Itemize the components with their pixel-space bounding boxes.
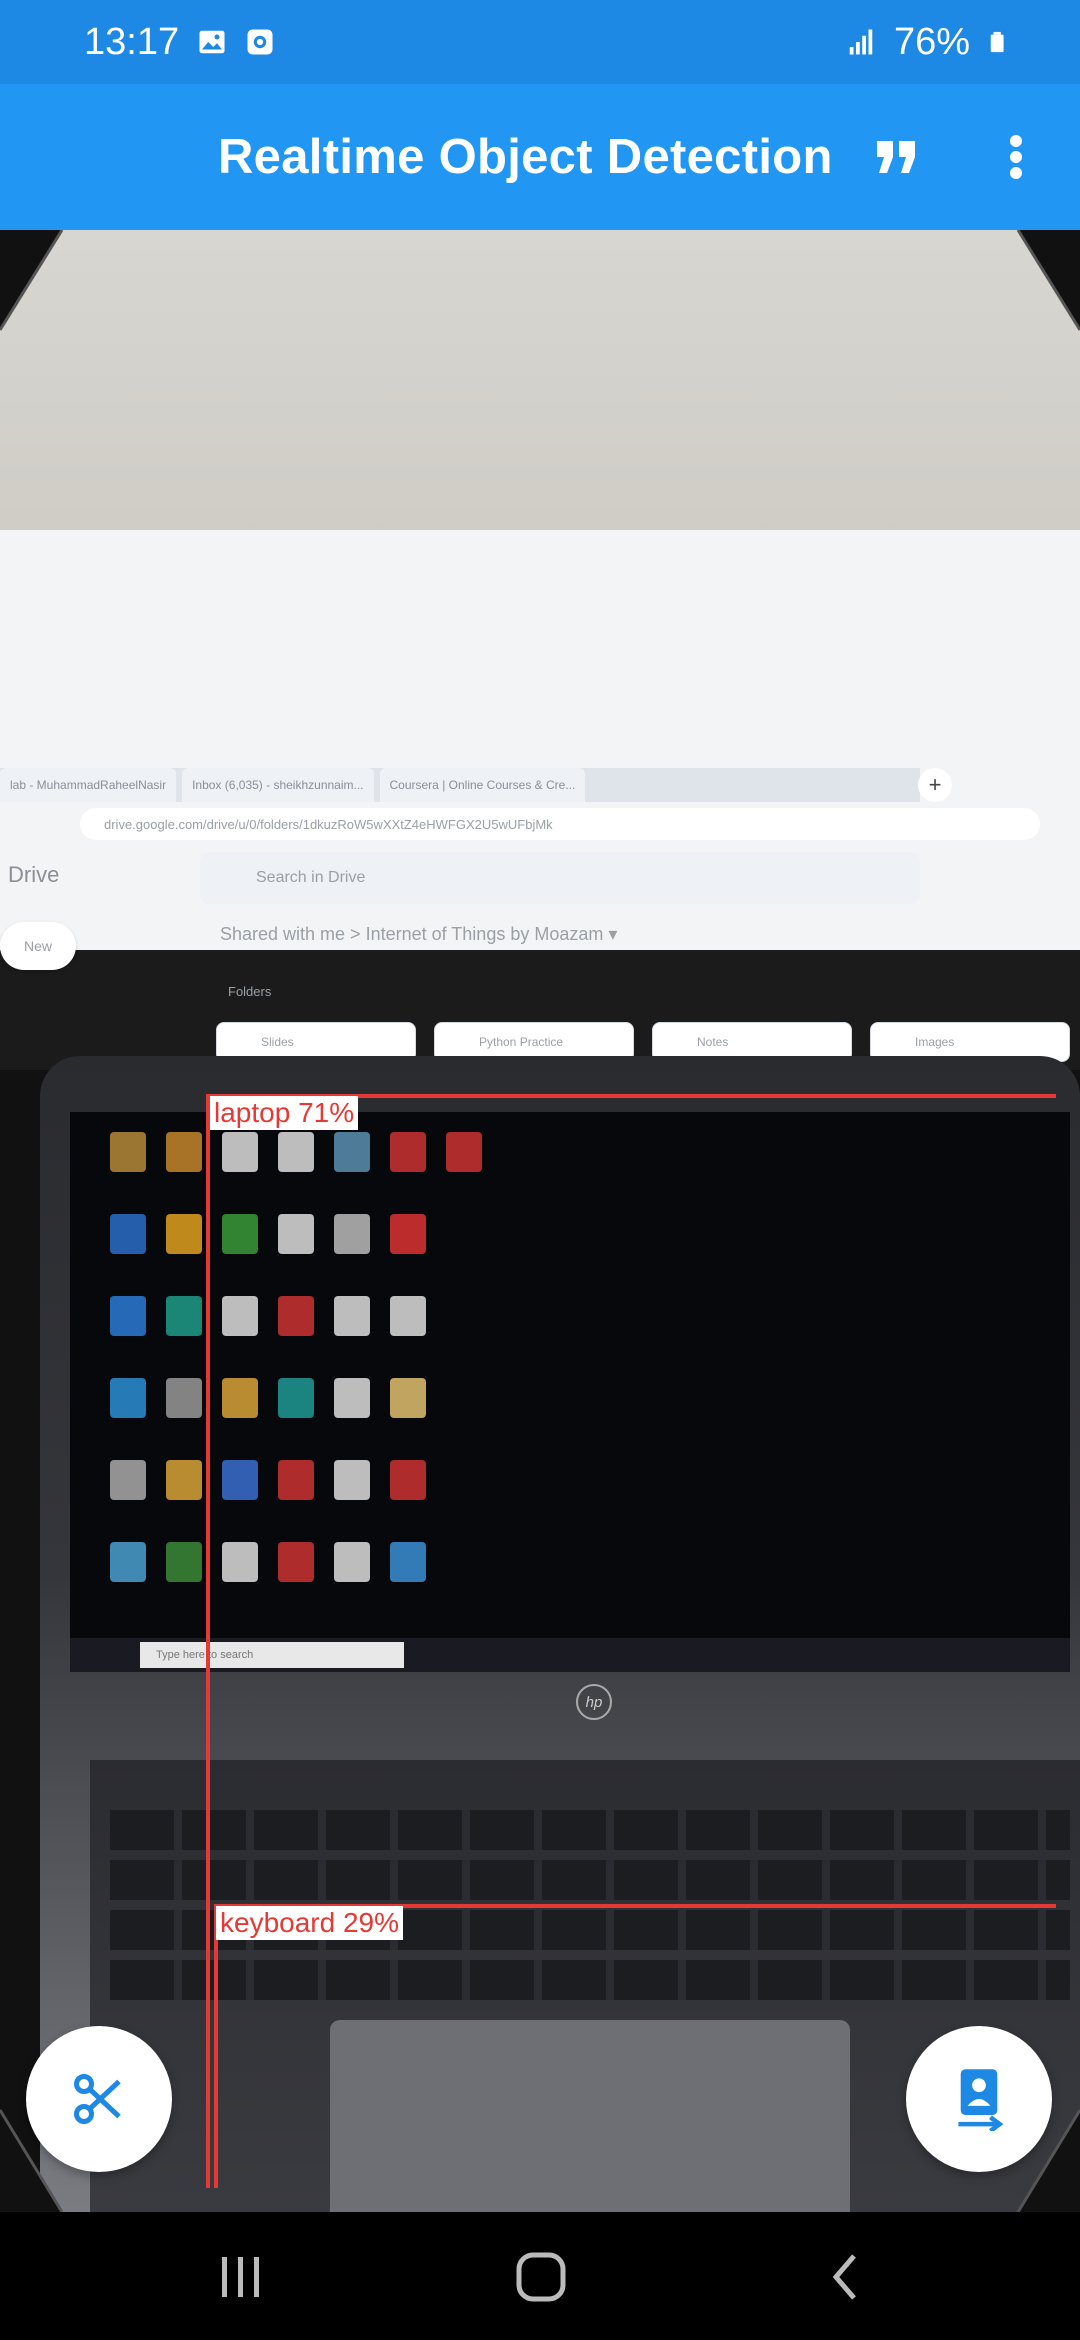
signal-icon	[849, 29, 873, 55]
recent-apps-button[interactable]	[196, 2232, 286, 2322]
screen-record-icon	[247, 29, 273, 55]
cut-button[interactable]	[26, 2026, 172, 2172]
gallery-icon	[199, 30, 225, 54]
detection-label-laptop: laptop 71%	[210, 1096, 359, 1130]
status-time: 13:17	[84, 20, 180, 63]
quote-button[interactable]	[862, 122, 932, 192]
more-vert-icon	[1010, 135, 1022, 179]
more-options-button[interactable]	[990, 122, 1042, 192]
status-left: 13:17	[84, 21, 275, 64]
switch-camera-button[interactable]	[906, 2026, 1052, 2172]
switch-camera-icon	[958, 2069, 1004, 2131]
recent-apps-icon	[222, 2257, 259, 2297]
home-button[interactable]	[496, 2232, 586, 2322]
home-icon	[516, 2252, 566, 2302]
back-button[interactable]	[800, 2232, 890, 2322]
battery-icon	[990, 31, 1004, 53]
app-title: Realtime Object Detection	[218, 130, 833, 184]
quote-icon	[877, 141, 915, 173]
status-bar: 13:17 76%	[0, 0, 1080, 84]
status-right: 76%	[846, 21, 1010, 64]
battery-percent: 76%	[893, 20, 970, 63]
app-bar: Realtime Object Detection	[0, 84, 1080, 230]
back-icon	[832, 2254, 856, 2300]
detection-label-keyboard: keyboard 29%	[216, 1906, 404, 1940]
system-nav-bar	[0, 2212, 1080, 2340]
scissors-icon	[74, 2074, 121, 2124]
